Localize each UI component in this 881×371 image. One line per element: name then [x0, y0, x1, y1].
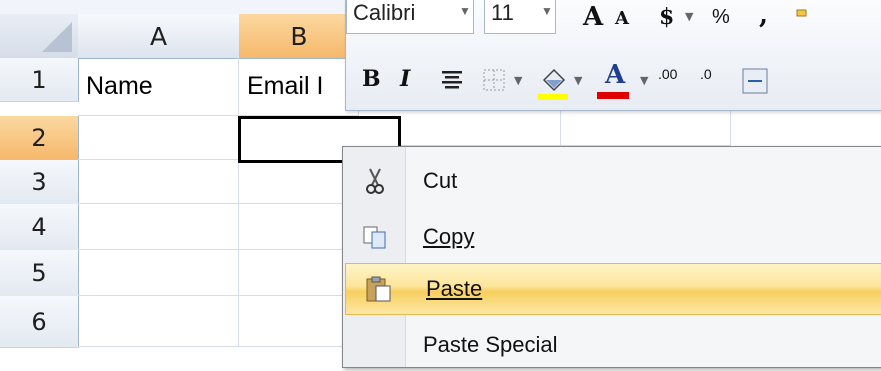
borders-icon[interactable] — [482, 68, 506, 92]
cell-a3[interactable] — [78, 160, 239, 204]
cell-a1[interactable]: Name — [78, 58, 239, 116]
font-name-dropdown-icon[interactable]: ▼ — [459, 4, 471, 18]
bold-button[interactable]: B — [362, 66, 381, 92]
font-name-value: Calibri — [353, 0, 416, 25]
menu-item-paste-special[interactable]: Paste Special — [343, 319, 881, 371]
menu-item-paste-special-label: Paste Special — [423, 332, 558, 357]
comma-style-button[interactable]: , — [759, 0, 768, 30]
select-all-corner[interactable] — [0, 14, 79, 59]
copy-icon — [359, 221, 391, 253]
row-header-3[interactable]: 3 — [0, 160, 79, 205]
format-painter-icon[interactable] — [794, 6, 810, 26]
font-size-dropdown-icon[interactable]: ▼ — [541, 4, 553, 18]
select-all-triangle — [42, 22, 72, 52]
font-color-dropdown-icon[interactable]: ▼ — [640, 74, 648, 87]
fill-color-icon[interactable] — [536, 62, 570, 102]
fill-color-dropdown-icon[interactable]: ▼ — [574, 74, 582, 87]
ribbon-edge — [0, 0, 345, 15]
mini-toolbar-row-2: B I ▼ ▼ A ▼ .00 .0 — [346, 60, 881, 106]
column-header-b[interactable]: B — [239, 14, 360, 59]
row-header-4[interactable]: 4 — [0, 204, 79, 251]
menu-item-cut[interactable]: Cut — [343, 155, 881, 207]
menu-item-copy[interactable]: Copy — [343, 211, 881, 263]
row-header-2[interactable]: 2 — [0, 116, 79, 161]
cell-a4[interactable] — [78, 204, 239, 250]
font-size-value: 11 — [491, 0, 514, 25]
mini-toolbar-row-1: Calibri ▼ 11 ▼ A A $ ▼ % , — [346, 0, 881, 40]
cell-b6[interactable] — [239, 296, 359, 347]
menu-item-paste-label: Paste — [426, 276, 483, 301]
menu-item-copy-label: Copy — [423, 224, 475, 249]
cell-a5[interactable] — [78, 250, 239, 296]
currency-dropdown-icon[interactable]: ▼ — [685, 10, 693, 23]
row-header-5[interactable]: 5 — [0, 250, 79, 297]
cell-d2[interactable] — [561, 110, 731, 146]
scissors-icon — [359, 165, 391, 197]
cell-a2[interactable] — [78, 116, 239, 160]
borders-dropdown-icon[interactable]: ▼ — [514, 74, 522, 87]
paste-icon — [362, 273, 394, 305]
grow-font-button[interactable]: A — [583, 2, 603, 32]
decrease-decimal-button[interactable]: .0 — [700, 67, 712, 81]
cell-b5[interactable] — [239, 250, 359, 296]
column-header-a[interactable]: A — [78, 14, 240, 59]
row-header-6[interactable]: 6 — [0, 296, 79, 348]
center-align-icon[interactable] — [440, 68, 464, 92]
cell-b3[interactable] — [239, 160, 359, 204]
mini-toolbar: Calibri ▼ 11 ▼ A A $ ▼ % , B I ▼ ▼ A ▼ .… — [345, 0, 881, 111]
merge-center-icon[interactable] — [742, 68, 768, 94]
cell-c2[interactable] — [401, 110, 561, 146]
cell-b4[interactable] — [239, 204, 359, 250]
font-size-box[interactable]: 11 ▼ — [484, 0, 556, 34]
font-color-button[interactable]: A — [605, 60, 625, 90]
shrink-font-button[interactable]: A — [615, 8, 629, 29]
font-color-swatch — [597, 92, 629, 99]
increase-decimal-button[interactable]: .00 — [658, 67, 677, 81]
percent-button[interactable]: % — [712, 6, 730, 29]
italic-button[interactable]: I — [400, 66, 410, 92]
menu-item-paste[interactable]: Paste — [345, 263, 881, 315]
cell-b1[interactable]: Email I — [239, 58, 359, 116]
currency-button[interactable]: $ — [659, 4, 674, 30]
menu-item-cut-label: Cut — [423, 168, 458, 193]
cell-a6[interactable] — [78, 296, 239, 347]
font-name-box[interactable]: Calibri ▼ — [346, 0, 474, 34]
row-header-1[interactable]: 1 — [0, 58, 79, 102]
context-menu: Cut Copy Paste Paste Special — [342, 146, 881, 368]
